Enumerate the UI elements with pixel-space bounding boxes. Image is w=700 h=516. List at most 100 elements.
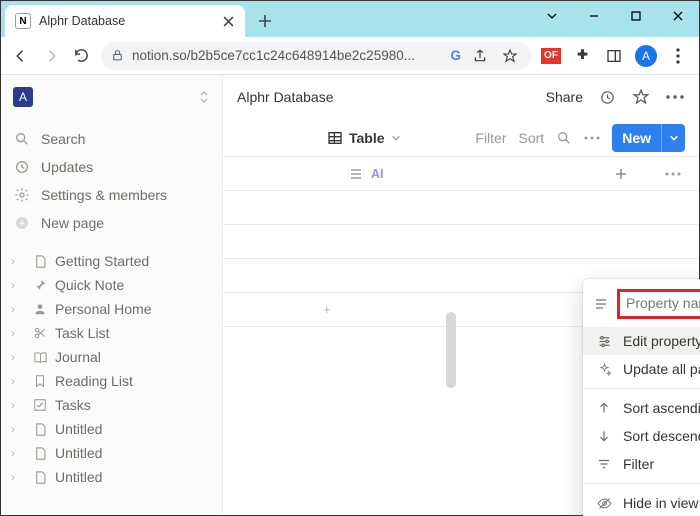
db-filter-btn[interactable]: Filter — [475, 130, 506, 146]
browser-tab[interactable]: N Alphr Database — [5, 5, 245, 37]
new-tab-button[interactable] — [251, 7, 279, 35]
caret-right-icon[interactable]: › — [11, 374, 25, 388]
sidebar-page-item[interactable]: › Untitled — [1, 465, 222, 489]
menu-label: Update all pages — [623, 361, 700, 377]
share-button[interactable]: Share — [546, 89, 583, 105]
caret-right-icon[interactable]: › — [11, 254, 25, 268]
address-bar[interactable]: notion.so/b2b5ce7cc1c24c648914be2c25980.… — [101, 42, 531, 70]
sidebar-search-label: Search — [41, 131, 85, 147]
page-icon — [31, 444, 49, 462]
google-icon[interactable]: G — [450, 48, 461, 63]
workspace-switcher[interactable]: A — [1, 81, 222, 113]
add-column-button[interactable] — [595, 167, 647, 181]
sidebar-new-page[interactable]: New page — [1, 209, 222, 237]
column-header-title[interactable]: AI — [341, 167, 595, 181]
page-icon — [31, 348, 49, 366]
table-row[interactable] — [223, 225, 699, 259]
sidebar-page-item[interactable]: ›Journal — [1, 345, 222, 369]
db-view-tab[interactable]: Table — [327, 130, 401, 146]
sidebar-page-item[interactable]: › Reading List — [1, 369, 222, 393]
table-icon — [327, 130, 343, 146]
db-more-icon[interactable] — [584, 136, 600, 140]
page-icon — [31, 276, 49, 294]
plus-icon: + — [323, 302, 331, 317]
table-row[interactable] — [223, 191, 699, 225]
caret-right-icon[interactable]: › — [11, 326, 25, 340]
sidebar-page-item[interactable]: › Personal Home — [1, 297, 222, 321]
sidebar-page-item[interactable]: › Untitled — [1, 417, 222, 441]
menu-update-all[interactable]: Update all pages — [583, 355, 700, 383]
page-label: Reading List — [55, 373, 133, 389]
window-tabs-dropdown[interactable] — [531, 1, 573, 31]
sparkle-icon — [595, 360, 613, 378]
close-tab-icon[interactable] — [221, 14, 235, 28]
sidebar-page-item[interactable]: ›Task List — [1, 321, 222, 345]
chrome-profile-avatar[interactable]: A — [635, 45, 657, 67]
lock-icon — [111, 49, 124, 62]
caret-right-icon[interactable]: › — [11, 398, 25, 412]
property-name-input[interactable] — [626, 295, 700, 311]
chevron-down-icon — [391, 133, 401, 143]
caret-right-icon[interactable]: › — [11, 302, 25, 316]
caret-right-icon[interactable]: › — [11, 350, 25, 364]
workspace-chevron-icon — [198, 90, 210, 104]
text-property-icon — [593, 296, 609, 312]
sidebar-updates[interactable]: Updates — [1, 153, 222, 181]
notion-favicon: N — [15, 13, 31, 29]
menu-sort-asc[interactable]: Sort ascending — [583, 394, 700, 422]
page-icon — [31, 468, 49, 486]
share-icon[interactable] — [469, 45, 491, 67]
page-label: Untitled — [55, 421, 102, 437]
sidebar-search[interactable]: Search — [1, 125, 222, 153]
search-icon — [13, 130, 31, 148]
page-more-icon[interactable] — [665, 87, 685, 107]
sidebar-page-item[interactable]: ›Tasks — [1, 393, 222, 417]
db-search-icon[interactable] — [556, 130, 572, 146]
sidebar-settings-label: Settings & members — [41, 187, 167, 203]
page-label: Untitled — [55, 469, 102, 485]
window-minimize[interactable] — [573, 1, 615, 31]
menu-label: Hide in view — [623, 495, 698, 511]
menu-sort-desc[interactable]: Sort descending — [583, 422, 700, 450]
extensions-puzzle-icon[interactable] — [571, 45, 593, 67]
page-icon — [31, 324, 49, 342]
sidepanel-icon[interactable] — [603, 45, 625, 67]
browser-back[interactable] — [11, 46, 31, 66]
menu-filter[interactable]: Filter — [583, 450, 700, 478]
favorite-star-icon[interactable] — [631, 87, 651, 107]
page-label: Personal Home — [55, 301, 152, 317]
sidebar-page-item[interactable]: ›Getting Started — [1, 249, 222, 273]
arrow-down-icon — [595, 427, 613, 445]
extension-of-badge[interactable]: OF — [541, 48, 561, 64]
browser-forward — [41, 46, 61, 66]
db-new-dropdown[interactable] — [661, 124, 685, 152]
sidebar-settings[interactable]: Settings & members — [1, 181, 222, 209]
sidebar-page-item[interactable]: ›Untitled — [1, 441, 222, 465]
property-name-highlight — [617, 289, 700, 319]
window-maximize[interactable] — [615, 1, 657, 31]
bookmark-star-icon[interactable] — [499, 45, 521, 67]
db-sort-btn[interactable]: Sort — [519, 130, 545, 146]
column-more-icon[interactable] — [647, 172, 699, 176]
sidebar-page-item[interactable]: ›Quick Note — [1, 273, 222, 297]
workspace-icon: A — [13, 87, 33, 107]
property-menu-popover: Edit property Update all pages Sort asce… — [583, 279, 700, 516]
updates-clock-icon[interactable] — [597, 87, 617, 107]
browser-reload[interactable] — [71, 46, 91, 66]
caret-right-icon[interactable]: › — [11, 446, 25, 460]
db-view-label: Table — [349, 130, 385, 146]
page-title[interactable]: Alphr Database — [237, 89, 532, 105]
menu-edit-property[interactable]: Edit property — [583, 327, 700, 355]
caret-right-icon[interactable]: › — [11, 278, 25, 292]
page-icon — [31, 420, 49, 438]
chrome-menu-dots[interactable] — [667, 45, 689, 67]
ai-badge: AI — [371, 167, 384, 181]
menu-hide[interactable]: Hide in view — [583, 489, 700, 516]
caret-right-icon[interactable]: › — [11, 470, 25, 484]
window-close[interactable] — [657, 1, 699, 31]
db-new-label: New — [612, 130, 661, 146]
menu-label: Filter — [623, 456, 654, 472]
scrollbar[interactable] — [446, 312, 456, 388]
caret-right-icon[interactable]: › — [11, 422, 25, 436]
db-new-button[interactable]: New — [612, 124, 685, 152]
